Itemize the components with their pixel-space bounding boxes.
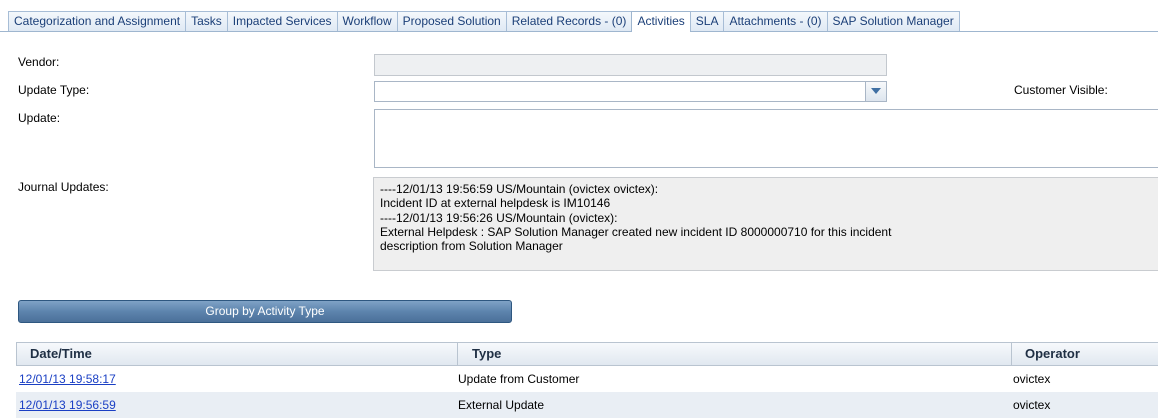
operator-cell: ovictex: [1013, 398, 1051, 412]
tab-impacted-services[interactable]: Impacted Services: [226, 11, 338, 31]
column-divider[interactable]: [457, 343, 458, 365]
activities-table: Date/Time Type Operator 12/01/13 19:58:1…: [16, 342, 1158, 418]
table-header: Date/Time Type Operator: [16, 342, 1158, 366]
column-header-datetime[interactable]: Date/Time: [30, 343, 92, 365]
journal-line: External Helpdesk : SAP Solution Manager…: [380, 224, 892, 239]
type-cell: External Update: [458, 398, 545, 412]
update-textarea[interactable]: [374, 109, 1158, 168]
column-divider[interactable]: [1011, 343, 1012, 365]
update-type-dropdown-button[interactable]: [865, 82, 886, 101]
group-by-activity-type-button[interactable]: Group by Activity Type: [18, 300, 512, 323]
tab-sap-solution-manager[interactable]: SAP Solution Manager: [826, 11, 960, 31]
table-row[interactable]: 12/01/13 19:56:59 External Update ovicte…: [16, 392, 1158, 418]
journal-line: ----12/01/13 19:56:59 US/Mountain (ovict…: [380, 182, 659, 196]
tab-tasks[interactable]: Tasks: [185, 11, 228, 31]
tab-workflow[interactable]: Workflow: [336, 11, 398, 31]
tab-attachments[interactable]: Attachments - (0): [723, 11, 828, 31]
chevron-down-icon: [871, 88, 881, 94]
tab-activities[interactable]: Activities: [631, 11, 691, 32]
table-row[interactable]: 12/01/13 19:58:17 Update from Customer o…: [16, 366, 1158, 392]
datetime-link[interactable]: 12/01/13 19:58:17: [19, 372, 116, 386]
tab-proposed-solution[interactable]: Proposed Solution: [396, 11, 507, 31]
type-cell: Update from Customer: [458, 372, 580, 386]
vendor-label: Vendor:: [18, 55, 60, 69]
tab-related-records[interactable]: Related Records - (0): [505, 11, 633, 31]
update-label: Update:: [18, 111, 61, 125]
tab-categorization-and-assignment[interactable]: Categorization and Assignment: [8, 11, 187, 31]
journal-line: ----12/01/13 19:56:26 US/Mountain (ovict…: [380, 210, 618, 225]
tab-sla[interactable]: SLA: [689, 11, 725, 31]
journal-updates-box: ----12/01/13 19:56:59 US/Mountain (ovict…: [373, 177, 1158, 271]
column-header-operator[interactable]: Operator: [1025, 343, 1080, 365]
vendor-field: [374, 54, 887, 76]
datetime-link[interactable]: 12/01/13 19:56:59: [19, 398, 116, 412]
journal-line: Incident ID at external helpdesk is IM10…: [380, 196, 611, 211]
operator-cell: ovictex: [1013, 372, 1051, 386]
journal-updates-label: Journal Updates:: [18, 180, 109, 194]
column-header-type[interactable]: Type: [472, 343, 501, 365]
journal-line: description from Solution Manager: [380, 239, 563, 254]
customer-visible-label: Customer Visible:: [1014, 83, 1108, 97]
update-type-select[interactable]: [374, 81, 887, 102]
update-type-label: Update Type:: [18, 83, 90, 97]
tab-bar: Categorization and Assignment Tasks Impa…: [0, 11, 1158, 32]
